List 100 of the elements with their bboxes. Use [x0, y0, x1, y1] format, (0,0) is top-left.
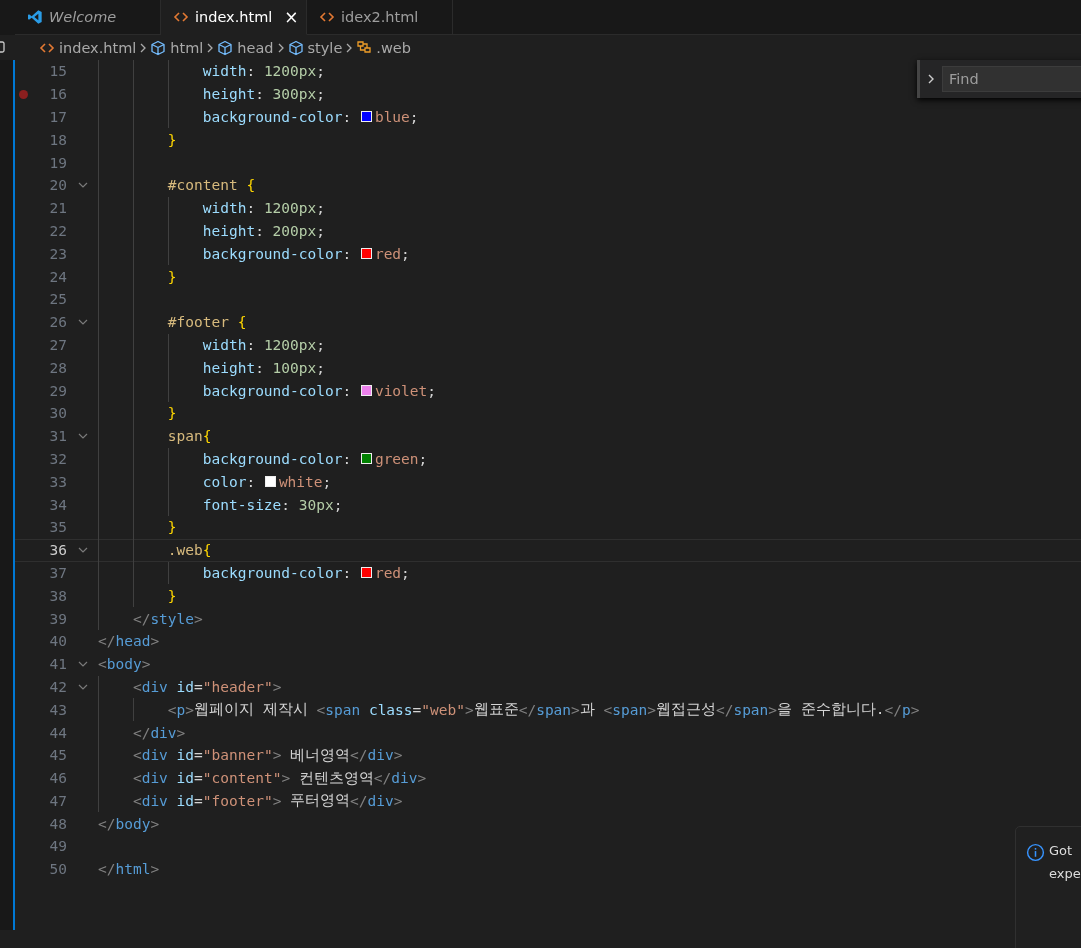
property-name: width — [201, 336, 247, 353]
tag-name: html — [115, 861, 151, 878]
tag-bracket: </ — [715, 701, 734, 718]
notification-text: expe — [1049, 866, 1081, 881]
number-value: 1200px — [263, 200, 317, 217]
tag-bracket: </ — [131, 610, 151, 627]
line-number: 48 — [48, 815, 67, 832]
color-swatch[interactable] — [360, 385, 372, 397]
close-tab-button[interactable]: × — [284, 7, 299, 27]
brace: } — [166, 587, 177, 604]
tag-bracket: </ — [98, 815, 116, 832]
line-number: 22 — [48, 222, 67, 239]
property-name: background-color — [201, 564, 343, 581]
text-content: 웹접근성 — [655, 700, 716, 720]
tag-name: div — [141, 678, 168, 695]
info-icon — [1026, 843, 1045, 862]
tag-bracket: < — [98, 656, 107, 673]
property-name: width — [201, 200, 247, 217]
color-swatch[interactable] — [264, 476, 276, 488]
punctuation: ; — [316, 359, 325, 376]
tag-name: div — [391, 770, 418, 787]
number-value: 30px — [298, 496, 334, 513]
value-text: red — [374, 564, 402, 581]
line-number: 43 — [48, 701, 67, 718]
tag-name: div — [367, 747, 394, 764]
attribute-name: id — [175, 792, 195, 809]
tag-name: style — [150, 610, 195, 627]
string-value: "footer" — [202, 792, 273, 809]
line-number: 30 — [48, 405, 67, 422]
color-swatch[interactable] — [360, 567, 372, 579]
brace: { — [237, 314, 247, 331]
line-number: 36 — [48, 542, 67, 559]
breadcrumb-item[interactable]: html — [150, 39, 204, 56]
tag-bracket: < — [166, 701, 177, 718]
breadcrumb-item[interactable]: index.html — [39, 39, 137, 56]
tag-bracket: > — [141, 656, 151, 673]
brace: } — [166, 405, 177, 422]
breakpoint-dot[interactable] — [18, 89, 28, 99]
editor-tab[interactable]: index.html × — [161, 0, 307, 35]
tag-name: div — [141, 792, 168, 809]
cube-icon — [150, 39, 167, 56]
editor-logo-icon — [27, 9, 43, 25]
breadcrumb-item[interactable]: head — [217, 39, 274, 56]
punctuation: : — [281, 496, 292, 513]
line-number: 26 — [48, 314, 67, 331]
color-swatch[interactable] — [360, 111, 372, 123]
property-name: background-color — [201, 109, 343, 125]
tag-name: div — [367, 792, 394, 809]
breadcrumb-item[interactable]: style — [287, 39, 343, 56]
breadcrumb-item[interactable]: .web — [356, 39, 411, 56]
tag-bracket: < — [131, 792, 142, 809]
editor-tab[interactable]: Welcome — [15, 0, 161, 35]
property-name: background-color — [201, 245, 343, 262]
line-number: 17 — [48, 109, 67, 125]
tag-name: body — [115, 815, 151, 832]
tag-name: span — [325, 701, 361, 718]
property-name: color — [201, 473, 247, 490]
punctuation: ; — [427, 382, 437, 399]
line-number: 32 — [48, 450, 67, 467]
tag-bracket: > — [194, 610, 203, 627]
tag-bracket: > — [272, 678, 282, 695]
text-content: = — [412, 701, 422, 718]
property-name: height — [201, 86, 256, 103]
line-number: 39 — [48, 610, 67, 627]
string-value: "banner" — [202, 747, 273, 764]
attribute-name: id — [175, 770, 195, 787]
line-number: 38 — [48, 587, 67, 604]
punctuation: ; — [401, 245, 410, 262]
color-swatch[interactable] — [360, 453, 372, 465]
editor-tab[interactable]: idex2.html — [307, 0, 453, 35]
tag-bracket: > — [185, 701, 195, 718]
punctuation: : — [342, 245, 353, 262]
number-value: 300px — [272, 86, 317, 103]
punctuation: : — [342, 564, 353, 581]
tag-bracket: </ — [884, 701, 902, 718]
tag-bracket: </ — [350, 747, 368, 764]
tag-bracket: > — [571, 701, 580, 718]
line-number: 20 — [48, 177, 67, 194]
line-number: 42 — [48, 678, 67, 695]
property-name: background-color — [201, 450, 343, 467]
line-number: 29 — [48, 382, 67, 399]
panel-icon[interactable] — [0, 40, 6, 55]
punctuation: ; — [316, 222, 325, 239]
punctuation: ; — [322, 473, 332, 490]
tag-bracket: </ — [98, 861, 116, 878]
value-text: blue — [374, 109, 410, 125]
property-name: font-size — [201, 496, 282, 513]
punctuation: : — [342, 382, 353, 399]
find-input[interactable]: Find — [942, 66, 1081, 92]
hierarchy-icon — [356, 39, 373, 56]
attribute-name: id — [175, 678, 195, 695]
punctuation: ; — [333, 496, 343, 513]
text-content: 컨텐츠영역 — [297, 768, 374, 788]
tag-bracket: </ — [373, 770, 392, 787]
tag-bracket: > — [464, 701, 474, 718]
line-number: 18 — [48, 131, 67, 148]
punctuation: : — [255, 359, 265, 376]
selector-text: #content — [166, 177, 239, 194]
text-content: = — [194, 747, 203, 764]
color-swatch[interactable] — [360, 248, 372, 260]
